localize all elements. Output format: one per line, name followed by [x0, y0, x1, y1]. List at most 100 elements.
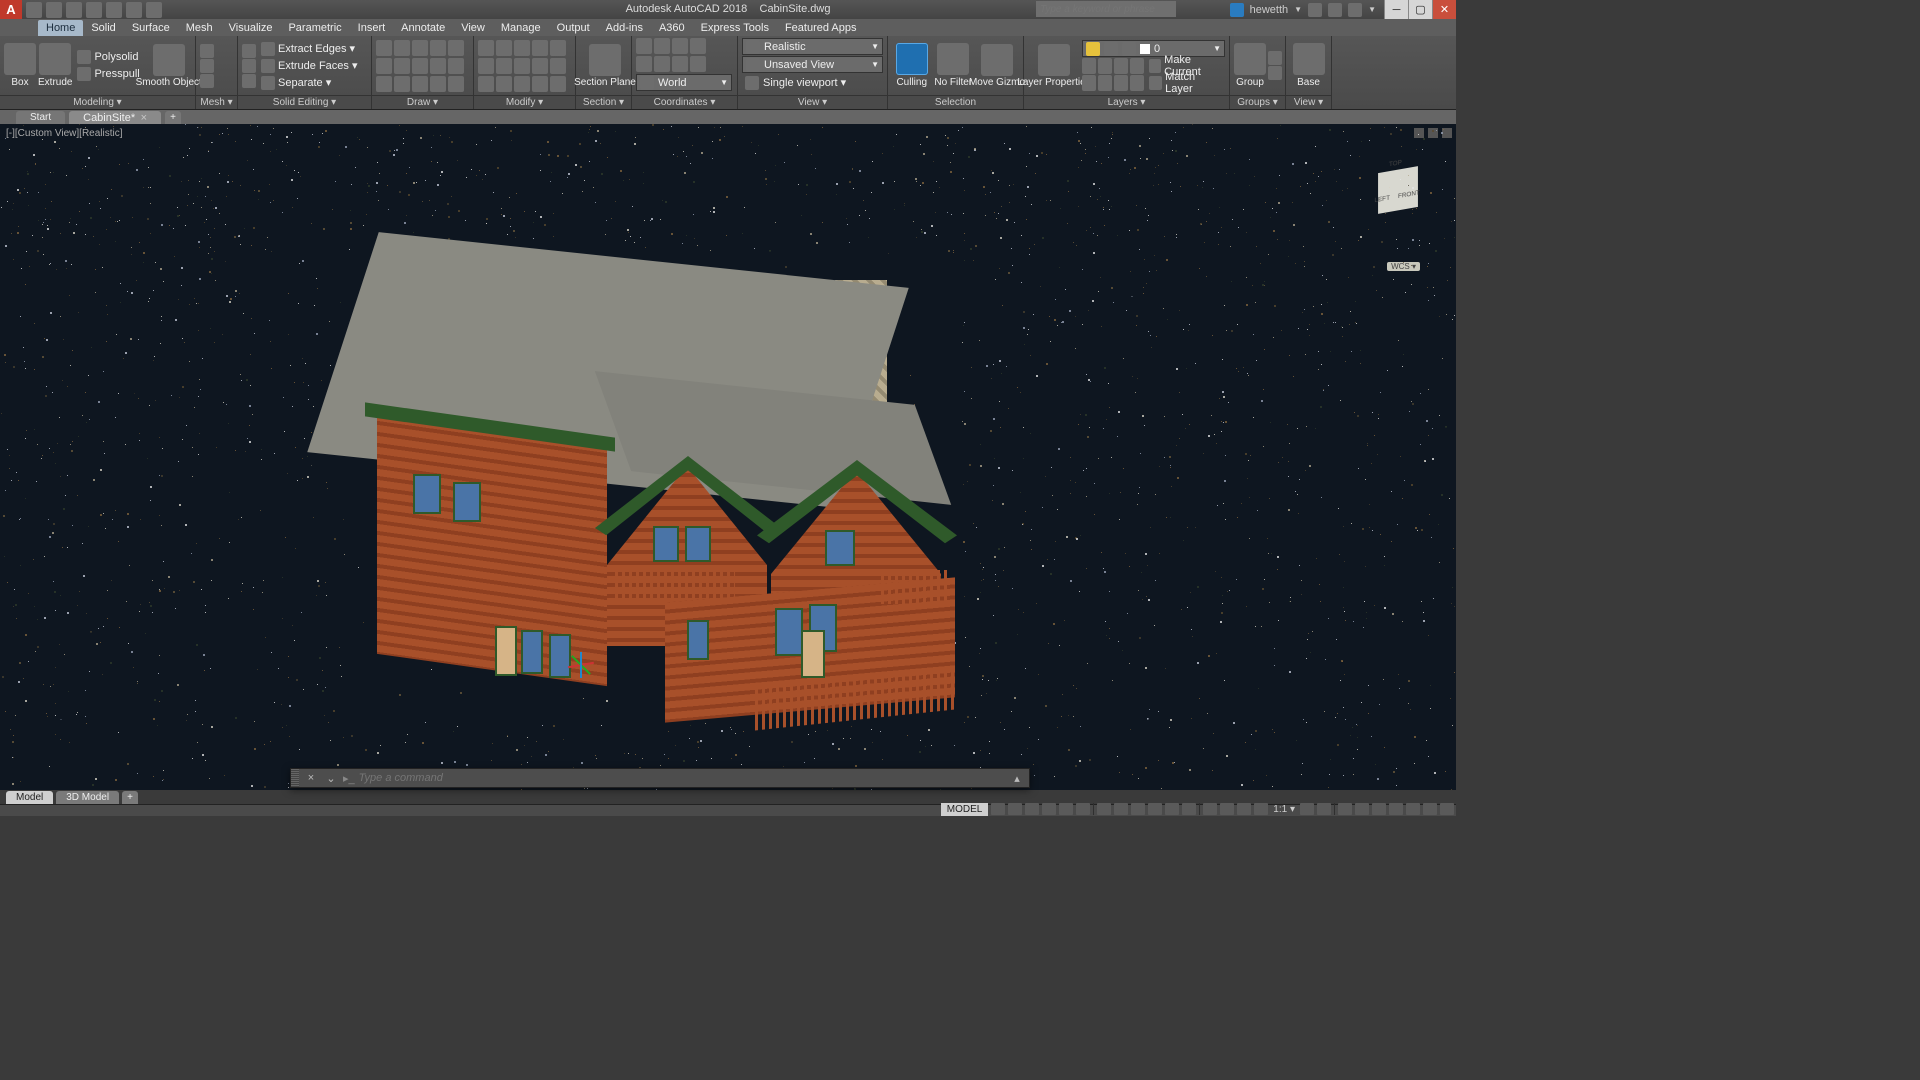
close-button[interactable]: ✕ — [1432, 0, 1456, 19]
lyr-ic6[interactable] — [1098, 75, 1112, 91]
viewport[interactable]: [-][Custom View][Realistic] TOP LEFT FRO… — [0, 124, 1456, 790]
extrude-button[interactable]: Extrude — [38, 43, 72, 88]
copy-icon[interactable] — [478, 58, 494, 74]
model-space-toggle[interactable]: MODEL — [941, 803, 989, 816]
command-line[interactable]: × ⌄ ▸_ ▴ — [290, 768, 1030, 788]
maximize-button[interactable]: ▢ — [1408, 0, 1432, 19]
open-icon[interactable] — [46, 2, 62, 18]
ribbon-tab-a360[interactable]: A360 — [651, 20, 693, 36]
namedview-dropdown[interactable]: Unsaved View▼ — [742, 56, 883, 73]
ribbon-tab-parametric[interactable]: Parametric — [280, 20, 349, 36]
sb-ic24[interactable] — [1406, 803, 1420, 815]
coord-ic1[interactable] — [636, 38, 652, 54]
saveas-icon[interactable] — [86, 2, 102, 18]
line-icon[interactable] — [376, 40, 392, 56]
ungroup-icon[interactable] — [1268, 51, 1282, 65]
viewcube-left[interactable]: LEFT — [1374, 195, 1390, 204]
sb-ic15[interactable] — [1237, 803, 1251, 815]
commandline-expand-icon[interactable]: ▴ — [1009, 772, 1025, 785]
hatch-icon[interactable] — [412, 58, 428, 74]
smooth-object-button[interactable]: Smooth Object — [145, 44, 193, 87]
minimize-button[interactable]: ─ — [1384, 0, 1408, 19]
fillet-icon[interactable] — [514, 58, 530, 74]
se-union-icon[interactable] — [242, 44, 256, 58]
ribbon-tab-view[interactable]: View — [453, 20, 493, 36]
ortho-toggle-icon[interactable] — [1025, 803, 1039, 815]
se-intersect-icon[interactable] — [242, 74, 256, 88]
ribbon-tab-insert[interactable]: Insert — [350, 20, 394, 36]
grid-toggle-icon[interactable] — [991, 803, 1005, 815]
draw-ic15[interactable] — [448, 76, 464, 92]
lyr-ic2[interactable] — [1098, 58, 1112, 74]
mesh-ic3[interactable] — [200, 74, 214, 88]
draw-ic10[interactable] — [448, 58, 464, 74]
viewcube[interactable]: TOP LEFT FRONT — [1370, 162, 1426, 218]
base-button[interactable]: Base — [1290, 43, 1327, 88]
viewcube-top[interactable]: TOP — [1389, 160, 1402, 169]
help-icon[interactable] — [1348, 3, 1362, 17]
annotation-scale[interactable]: 1:1 ▾ — [1271, 804, 1297, 815]
mod-ic14[interactable] — [532, 76, 548, 92]
mesh-ic2[interactable] — [200, 59, 214, 73]
section-plane-button[interactable]: Section Plane — [580, 44, 630, 87]
draw-ic9[interactable] — [430, 58, 446, 74]
panel-title-groups[interactable]: Groups ▾ — [1230, 95, 1285, 109]
panel-title-mesh[interactable]: Mesh ▾ — [196, 95, 237, 109]
ucs-dropdown[interactable]: World▼ — [636, 74, 732, 91]
commandline-grip[interactable] — [291, 769, 299, 787]
polysolid-button[interactable]: Polysolid — [74, 49, 142, 65]
exchange-icon[interactable] — [1308, 3, 1322, 17]
polar-toggle-icon[interactable] — [1042, 803, 1056, 815]
customize-status-icon[interactable] — [1440, 803, 1454, 815]
trim-icon[interactable] — [514, 40, 530, 56]
osnap-toggle-icon[interactable] — [1076, 803, 1090, 815]
stayconn-icon[interactable] — [1328, 3, 1342, 17]
lyr-ic4[interactable] — [1130, 58, 1144, 74]
iso-toggle-icon[interactable] — [1059, 803, 1073, 815]
sb-ic19[interactable] — [1317, 803, 1331, 815]
group-button[interactable]: Group — [1234, 43, 1266, 88]
panel-title-modeling[interactable]: Modeling ▾ — [0, 95, 195, 109]
mod-ic4[interactable] — [532, 40, 548, 56]
ribbon-tab-featured[interactable]: Featured Apps — [777, 20, 865, 36]
coord-ic7[interactable] — [672, 56, 688, 72]
ribbon-tab-surface[interactable]: Surface — [124, 20, 178, 36]
panel-title-modify[interactable]: Modify ▾ — [474, 95, 575, 109]
commandline-close-icon[interactable]: × — [303, 772, 319, 784]
gizmo-button[interactable]: Move Gizmo — [975, 44, 1019, 87]
viewport-label[interactable]: [-][Custom View][Realistic] — [6, 128, 123, 139]
new-icon[interactable] — [26, 2, 42, 18]
panel-title-coordinates[interactable]: Coordinates ▾ — [632, 95, 737, 109]
mod-ic15[interactable] — [550, 76, 566, 92]
ucs-icon[interactable] — [560, 644, 600, 684]
keyword-search-input[interactable] — [1036, 1, 1176, 17]
command-input[interactable] — [359, 772, 1005, 784]
ellipse-icon[interactable] — [394, 58, 410, 74]
draw-ic14[interactable] — [430, 76, 446, 92]
circle-icon[interactable] — [412, 40, 428, 56]
nofilter-button[interactable]: No Filter — [934, 43, 974, 88]
extrude-faces-button[interactable]: Extrude Faces ▾ — [258, 58, 361, 74]
sb-ic14[interactable] — [1220, 803, 1234, 815]
sb-ic11[interactable] — [1165, 803, 1179, 815]
stretch-icon[interactable] — [478, 76, 494, 92]
coord-ic6[interactable] — [654, 56, 670, 72]
lyr-ic5[interactable] — [1082, 75, 1096, 91]
ribbon-tab-visualize[interactable]: Visualize — [221, 20, 281, 36]
panel-title-layers[interactable]: Layers ▾ — [1024, 95, 1229, 109]
sb-ic7[interactable] — [1097, 803, 1111, 815]
lyr-ic1[interactable] — [1082, 58, 1096, 74]
extract-edges-button[interactable]: Extract Edges ▾ — [258, 41, 361, 57]
sb-ic8[interactable] — [1114, 803, 1128, 815]
mod-ic10[interactable] — [550, 58, 566, 74]
arc-icon[interactable] — [430, 40, 446, 56]
scale-icon[interactable] — [496, 76, 512, 92]
mesh-ic1[interactable] — [200, 44, 214, 58]
coord-ic4[interactable] — [690, 38, 706, 54]
culling-button[interactable]: Culling — [892, 43, 932, 88]
sb-ic18[interactable] — [1300, 803, 1314, 815]
sb-ic20[interactable] — [1338, 803, 1352, 815]
pline-icon[interactable] — [394, 40, 410, 56]
sb-ic22[interactable] — [1372, 803, 1386, 815]
file-tab-start[interactable]: Start — [16, 111, 65, 124]
